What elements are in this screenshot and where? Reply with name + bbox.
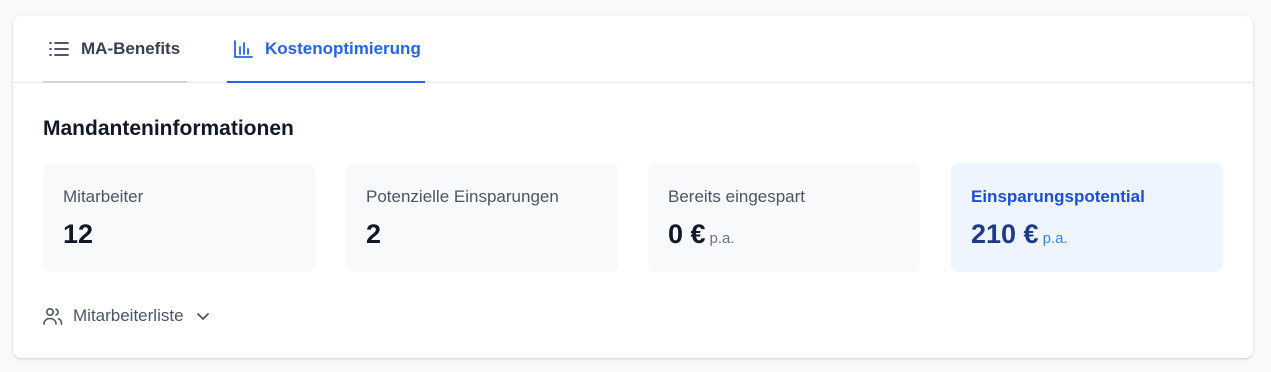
stat-label: Potenzielle Einsparungen bbox=[366, 187, 559, 206]
tab-kostenoptimierung-label: Kostenoptimierung bbox=[265, 38, 421, 58]
stat-value: 210 € p.a. bbox=[971, 219, 1068, 249]
bar-chart-icon bbox=[233, 39, 253, 59]
employee-list-toggle[interactable]: Mitarbeiterliste bbox=[43, 304, 210, 328]
client-info-card: MA-Benefits Kostenoptimierung Mandanteni… bbox=[13, 16, 1253, 358]
tab-ma-benefits[interactable]: MA-Benefits bbox=[43, 16, 187, 83]
stat-card-einsparungspotential: Einsparungspotential 210 € p.a. bbox=[951, 163, 1223, 272]
chevron-down-icon bbox=[196, 311, 210, 321]
stat-card-potenzielle-einsparungen: Potenzielle Einsparungen 2 bbox=[346, 163, 618, 272]
users-icon bbox=[43, 307, 63, 325]
employee-list-label: Mitarbeiterliste bbox=[73, 306, 184, 325]
stat-suffix: p.a. bbox=[709, 230, 735, 247]
stat-value: 12 bbox=[63, 219, 94, 249]
tab-ma-benefits-label: MA-Benefits bbox=[81, 38, 181, 58]
list-icon bbox=[49, 40, 69, 58]
stat-card-bereits-eingespart: Bereits eingespart 0 € p.a. bbox=[648, 163, 920, 272]
stat-suffix: p.a. bbox=[1042, 230, 1068, 247]
tab-kostenoptimierung[interactable]: Kostenoptimierung bbox=[227, 16, 425, 83]
stat-label: Einsparungspotential bbox=[971, 187, 1145, 206]
tab-bar: MA-Benefits Kostenoptimierung bbox=[13, 16, 1253, 83]
stat-card-mitarbeiter: Mitarbeiter 12 bbox=[43, 163, 315, 272]
stat-value: 2 bbox=[366, 219, 382, 249]
stat-label: Bereits eingespart bbox=[668, 187, 806, 206]
stat-value: 0 € p.a. bbox=[668, 219, 735, 249]
section-title: Mandanteninformationen bbox=[43, 117, 294, 140]
stat-label: Mitarbeiter bbox=[63, 187, 144, 206]
